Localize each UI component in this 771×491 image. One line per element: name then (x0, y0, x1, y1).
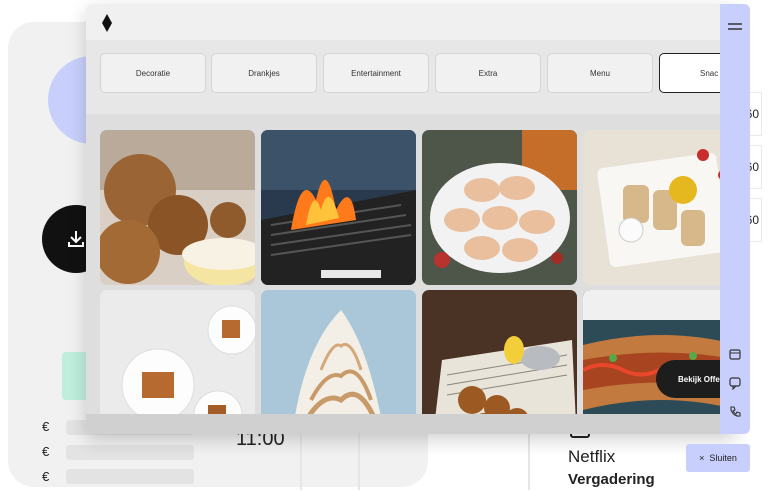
diamond-logo-icon (102, 14, 112, 32)
tab-entertainment[interactable]: Entertainment (323, 53, 429, 93)
tab-menu[interactable]: Menu (547, 53, 653, 93)
calendar-icon[interactable] (728, 347, 742, 361)
photo-fish-and-chips[interactable] (422, 290, 577, 434)
photo-grill-fire[interactable] (261, 130, 416, 285)
close-label: Sluiten (709, 453, 737, 463)
titlebar (86, 4, 736, 41)
placeholder-bar (66, 469, 194, 484)
photo-pastry-plates[interactable] (100, 290, 255, 434)
window-bottom-bar (86, 414, 736, 434)
phone-icon[interactable] (728, 405, 742, 419)
close-icon: × (699, 453, 705, 463)
event-subtitle: Vergadering (568, 471, 655, 488)
category-tabs: Decoratie Drankjes Entertainment Extra M… (86, 40, 736, 114)
side-rail (720, 4, 750, 434)
placeholder-bar (66, 445, 194, 460)
hamburger-menu-icon[interactable] (728, 20, 742, 34)
download-icon (68, 231, 84, 247)
gallery-window: Decoratie Drankjes Entertainment Extra M… (86, 4, 736, 434)
photo-bitterballen[interactable] (100, 130, 255, 285)
tab-extra[interactable]: Extra (435, 53, 541, 93)
event-title: Netflix (568, 447, 616, 466)
image-grid (86, 114, 736, 434)
currency-symbol: € (42, 469, 50, 484)
currency-symbol: € (42, 444, 50, 459)
currency-symbol: € (42, 419, 50, 434)
close-button[interactable]: × Sluiten (686, 444, 750, 472)
chat-icon[interactable] (728, 376, 742, 390)
photo-bread-dip[interactable] (583, 130, 736, 285)
photo-meringue[interactable] (261, 290, 416, 434)
photo-macarons[interactable] (422, 130, 577, 285)
tab-drankjes[interactable]: Drankjes (211, 53, 317, 93)
tab-decoratie[interactable]: Decoratie (100, 53, 206, 93)
